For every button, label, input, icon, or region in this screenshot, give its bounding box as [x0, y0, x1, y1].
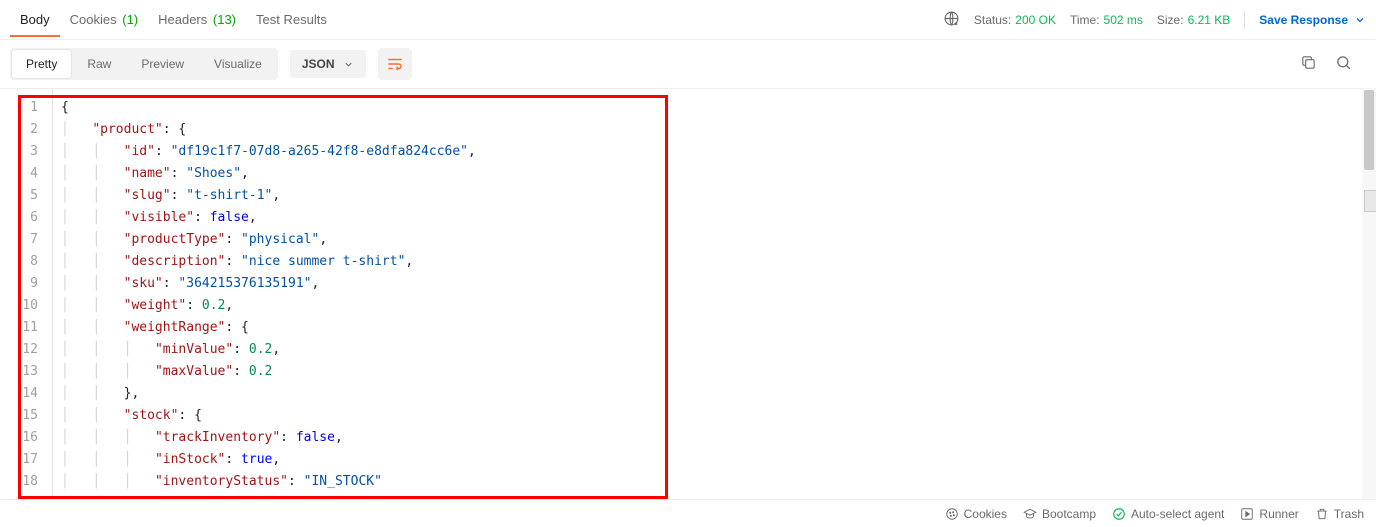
- view-raw[interactable]: Raw: [73, 50, 125, 78]
- status-bar: Status: 200 OK Time: 502 ms Size: 6.21 K…: [943, 10, 1366, 30]
- copy-icon: [1300, 54, 1317, 71]
- divider: [1244, 11, 1245, 29]
- cookie-icon: [945, 507, 959, 521]
- toolbar-right: [1300, 54, 1366, 74]
- view-preview[interactable]: Preview: [127, 50, 198, 78]
- view-options: Pretty Raw Preview Visualize JSON: [0, 40, 1376, 88]
- footer-cookies[interactable]: Cookies: [945, 507, 1007, 521]
- check-circle-icon: [1112, 507, 1126, 521]
- chevron-down-icon: [343, 59, 354, 70]
- tab-headers-label: Headers: [158, 12, 207, 27]
- code-editor[interactable]: 123456789101112131415161718 {│ "product"…: [0, 89, 1376, 499]
- footer-bootcamp[interactable]: Bootcamp: [1023, 507, 1096, 521]
- time-label: Time:: [1070, 13, 1100, 27]
- footer-bootcamp-label: Bootcamp: [1042, 507, 1096, 521]
- search-icon: [1335, 54, 1352, 71]
- tab-headers-count: (13): [213, 12, 236, 27]
- status-label: Status:: [974, 13, 1011, 27]
- footer-trash[interactable]: Trash: [1315, 507, 1364, 521]
- pane-collapse-handle[interactable]: [1364, 190, 1376, 212]
- line-gutter: 123456789101112131415161718: [0, 89, 52, 499]
- view-visualize[interactable]: Visualize: [200, 50, 276, 78]
- footer-auto-select-label: Auto-select agent: [1131, 507, 1224, 521]
- wrap-lines-button[interactable]: [378, 48, 412, 80]
- footer-runner-label: Runner: [1259, 507, 1298, 521]
- format-dropdown[interactable]: JSON: [290, 50, 366, 78]
- tab-body[interactable]: Body: [10, 2, 60, 37]
- time-value: 502 ms: [1104, 13, 1143, 27]
- save-response-button[interactable]: Save Response: [1259, 13, 1366, 27]
- wrap-icon: [386, 55, 404, 73]
- footer-auto-select-agent[interactable]: Auto-select agent: [1112, 507, 1224, 521]
- chevron-down-icon: [1354, 14, 1366, 26]
- tab-cookies[interactable]: Cookies (1): [60, 2, 148, 37]
- code-lines: {│ "product": {│ │ "id": "df19c1f7-07d8-…: [53, 89, 476, 499]
- response-body: 123456789101112131415161718 {│ "product"…: [0, 88, 1376, 499]
- save-response-label: Save Response: [1259, 13, 1348, 27]
- tab-cookies-label: Cookies: [70, 12, 117, 27]
- footer-cookies-label: Cookies: [964, 507, 1007, 521]
- footer-runner[interactable]: Runner: [1240, 507, 1298, 521]
- graduation-icon: [1023, 507, 1037, 521]
- trash-icon: [1315, 507, 1329, 521]
- footer-bar: Cookies Bootcamp Auto-select agent Runne…: [0, 499, 1376, 527]
- footer-trash-label: Trash: [1334, 507, 1364, 521]
- view-pretty[interactable]: Pretty: [12, 50, 71, 78]
- tab-cookies-count: (1): [122, 12, 138, 27]
- size-value: 6.21 KB: [1188, 13, 1231, 27]
- view-mode-tabs: Pretty Raw Preview Visualize: [10, 48, 278, 80]
- globe-icon[interactable]: [943, 10, 960, 30]
- copy-button[interactable]: [1300, 54, 1317, 74]
- response-tabs: Body Cookies (1) Headers (13) Test Resul…: [0, 0, 1376, 40]
- status-value: 200 OK: [1015, 13, 1056, 27]
- tab-headers[interactable]: Headers (13): [148, 2, 246, 37]
- search-button[interactable]: [1335, 54, 1352, 74]
- size-label: Size:: [1157, 13, 1184, 27]
- scrollbar-thumb[interactable]: [1364, 90, 1374, 170]
- scrollbar-vertical[interactable]: [1362, 88, 1376, 499]
- tab-test-results[interactable]: Test Results: [246, 2, 337, 37]
- format-label: JSON: [302, 57, 335, 71]
- play-square-icon: [1240, 507, 1254, 521]
